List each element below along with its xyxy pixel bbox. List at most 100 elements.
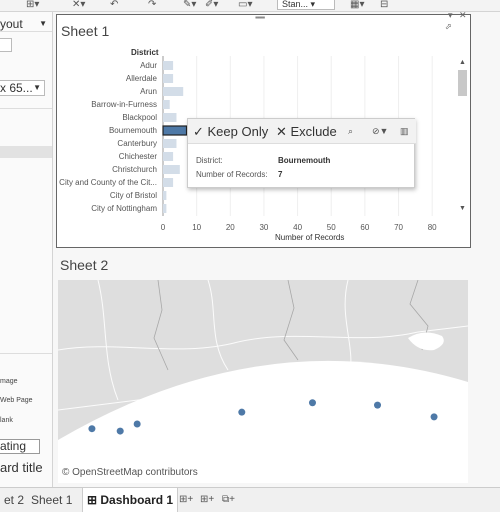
presentation-icon[interactable]: ⊟ xyxy=(380,0,388,10)
device-preview-button[interactable] xyxy=(0,38,12,52)
district-label: Adur xyxy=(140,61,157,70)
district-label: Arun xyxy=(140,87,157,96)
bar[interactable] xyxy=(163,87,184,96)
bar[interactable] xyxy=(163,61,174,70)
district-label: Allerdale xyxy=(126,74,158,83)
toolbar: ⊞▾ ✕▾ ↶ ↷ ✎▾ ✐▾ ▭▾ Stan... ▾ ▦▾ ⊟ xyxy=(0,0,500,12)
x-tick-label: 10 xyxy=(192,223,201,232)
divider xyxy=(0,108,52,109)
bar[interactable] xyxy=(163,100,170,109)
floating-button[interactable]: ating xyxy=(0,439,40,454)
sheet2-title: Sheet 2 xyxy=(60,257,109,273)
tooltip-toolbar: ✓ Keep Only ✕ Exclude ⌕ ⊘▼ ▥ xyxy=(188,119,416,144)
x-tick-label: 0 xyxy=(161,223,166,232)
size-select-value: x 65... xyxy=(0,81,33,95)
district-label: Bournemouth xyxy=(109,126,157,135)
keep-only-button[interactable]: ✓ Keep Only xyxy=(193,124,268,140)
fit-icon[interactable]: ▦▾ xyxy=(350,0,364,10)
tab-sheet-2[interactable]: et 2 xyxy=(0,488,28,512)
drag-grip[interactable]: ▪▪▪▪▪ xyxy=(255,13,265,22)
map-point[interactable] xyxy=(430,413,438,421)
district-label: City of Bristol xyxy=(110,191,157,200)
map-coast-inlet xyxy=(408,332,444,351)
tooltip-field-value: 7 xyxy=(278,170,283,179)
redo-icon[interactable]: ↷ xyxy=(148,0,156,10)
undo-icon[interactable]: ↶ xyxy=(110,0,118,10)
bar[interactable] xyxy=(163,113,177,122)
highlight-icon[interactable]: ✎▾ xyxy=(183,0,196,10)
bar[interactable] xyxy=(162,125,188,136)
bar[interactable] xyxy=(163,152,174,161)
x-tick-label: 40 xyxy=(293,223,302,232)
map-borders xyxy=(153,280,429,371)
map-point[interactable] xyxy=(374,401,382,409)
map-point[interactable] xyxy=(238,408,246,416)
clear-icon[interactable]: ✕▾ xyxy=(72,0,85,10)
district-label: Blackpool xyxy=(122,113,157,122)
size-select[interactable]: x 65... ▼ xyxy=(0,80,45,96)
object-web-page[interactable]: Web Page xyxy=(0,397,33,404)
district-label: City of Nottingham xyxy=(91,204,157,213)
map-sea xyxy=(58,360,468,483)
map-point[interactable] xyxy=(308,399,316,407)
object-blank[interactable]: lank xyxy=(0,417,13,424)
district-label: Canterbury xyxy=(117,139,157,148)
bar[interactable] xyxy=(163,204,167,213)
format-icon[interactable]: ▭▾ xyxy=(238,0,252,10)
pen-icon[interactable]: ✐▾ xyxy=(205,0,218,10)
bar[interactable] xyxy=(163,178,174,187)
tooltip-field-label: Number of Records: xyxy=(196,170,268,179)
district-label: Christchurch xyxy=(112,165,157,174)
sheet-tab-bar: et 2 Sheet 1 ⊞ Dashboard 1 ⊞+ ⊞+ ⧉+ xyxy=(0,487,500,512)
fit-select-value: Stan... xyxy=(282,0,309,9)
remove-icon[interactable]: ✕ xyxy=(459,10,467,21)
map-point[interactable] xyxy=(133,420,141,428)
layout-tab-label: yout xyxy=(0,17,23,31)
mark-tooltip: ✓ Keep Only ✕ Exclude ⌕ ⊘▼ ▥ District: B… xyxy=(187,118,416,188)
tooltip-field-label: District: xyxy=(196,156,223,165)
filter-icon[interactable]: ▾ xyxy=(448,10,453,21)
x-tick-label: 70 xyxy=(394,223,403,232)
floating-button-label: ating xyxy=(0,439,27,453)
tab-sheet-1[interactable]: Sheet 1 xyxy=(27,488,76,512)
x-tick-label: 50 xyxy=(327,223,336,232)
map-canvas xyxy=(58,280,468,483)
map-attribution: © OpenStreetMap contributors xyxy=(62,467,198,478)
bar[interactable] xyxy=(163,191,167,200)
x-tick-label: 60 xyxy=(360,223,369,232)
paperclip-icon[interactable]: ⌕ xyxy=(348,126,353,137)
map-view[interactable] xyxy=(58,280,468,483)
new-dashboard-icon[interactable]: ⊞+ xyxy=(200,494,214,505)
object-image[interactable]: mage xyxy=(0,378,18,385)
district-label: Barrow-in-Furness xyxy=(91,100,157,109)
x-tick-label: 30 xyxy=(259,223,268,232)
dashboard-panel: yout ▼ x 65... ▼ mage Web Page lank ating … xyxy=(0,12,53,487)
district-label: Chichester xyxy=(119,152,158,161)
scroll-thumb[interactable] xyxy=(458,70,467,96)
bar[interactable] xyxy=(163,139,177,148)
tab-dashboard-1[interactable]: ⊞ Dashboard 1 xyxy=(82,488,179,512)
x-axis-label: Number of Records xyxy=(275,233,345,242)
new-worksheet-icon[interactable]: ⊞+ xyxy=(179,494,193,505)
bar[interactable] xyxy=(163,74,174,83)
chevron-down-icon: ▼ xyxy=(33,83,41,92)
x-tick-label: 20 xyxy=(226,223,235,232)
selected-sheet-item[interactable] xyxy=(0,146,52,158)
vertical-scrollbar[interactable]: ▲ ▼ xyxy=(457,59,468,215)
fit-select[interactable]: Stan... ▾ xyxy=(277,0,335,10)
scroll-up-icon[interactable]: ▲ xyxy=(459,59,466,66)
group-icon[interactable]: ⊘▼ xyxy=(372,126,388,137)
map-point[interactable] xyxy=(116,427,124,435)
map-point[interactable] xyxy=(88,425,96,433)
chevron-down-icon: ▼ xyxy=(39,19,47,28)
district-label: City and County of the Cit... xyxy=(59,178,157,187)
bar[interactable] xyxy=(163,165,180,174)
tooltip-field-value: Bournemouth xyxy=(278,156,331,165)
scroll-down-icon[interactable]: ▼ xyxy=(459,205,466,212)
add-sheet-icon[interactable]: ⊞▾ xyxy=(26,0,39,10)
show-dashboard-title[interactable]: ard title xyxy=(0,460,43,475)
layout-tab[interactable]: yout ▼ xyxy=(0,16,52,32)
new-story-icon[interactable]: ⧉+ xyxy=(222,494,235,505)
exclude-button[interactable]: ✕ Exclude xyxy=(276,124,337,140)
view-data-icon[interactable]: ▥ xyxy=(400,126,409,137)
